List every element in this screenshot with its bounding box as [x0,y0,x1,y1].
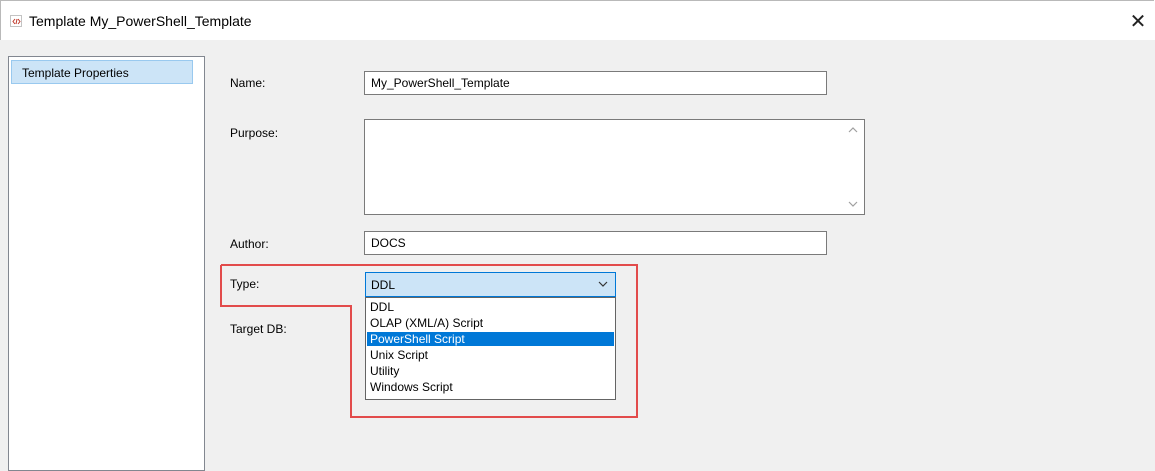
dropdown-option-unix-script[interactable]: Unix Script [367,348,614,362]
scroll-down-icon[interactable] [848,200,858,210]
sidebar-item-label: Template Properties [22,66,129,80]
name-field[interactable]: My_PowerShell_Template [364,71,827,95]
name-label: Name: [230,76,266,90]
template-code-icon [10,15,22,27]
purpose-label: Purpose: [230,126,279,140]
dropdown-option-olap-script[interactable]: OLAP (XML/A) Script [367,316,614,330]
type-label: Type: [230,277,260,291]
purpose-textarea[interactable] [364,119,865,215]
type-dropdown-list: DDL OLAP (XML/A) Script PowerShell Scrip… [365,297,616,400]
dropdown-option-utility[interactable]: Utility [367,364,614,378]
type-select-value: DDL [371,278,396,292]
dropdown-option-windows-script[interactable]: Windows Script [367,380,614,394]
title-bar: Template My_PowerShell_Template ✕ [1,1,1155,41]
scroll-up-icon[interactable] [848,126,858,136]
author-field[interactable]: DOCS [364,231,827,255]
author-label: Author: [230,237,269,251]
sidebar-panel [8,56,205,471]
target-db-label: Target DB: [230,322,287,336]
dropdown-option-ddl[interactable]: DDL [367,300,614,314]
window-title: Template My_PowerShell_Template [29,13,252,29]
chevron-down-icon [597,278,609,290]
dropdown-option-powershell-script[interactable]: PowerShell Script [367,332,614,346]
type-select[interactable]: DDL [365,272,616,297]
close-icon[interactable]: ✕ [1120,7,1155,35]
